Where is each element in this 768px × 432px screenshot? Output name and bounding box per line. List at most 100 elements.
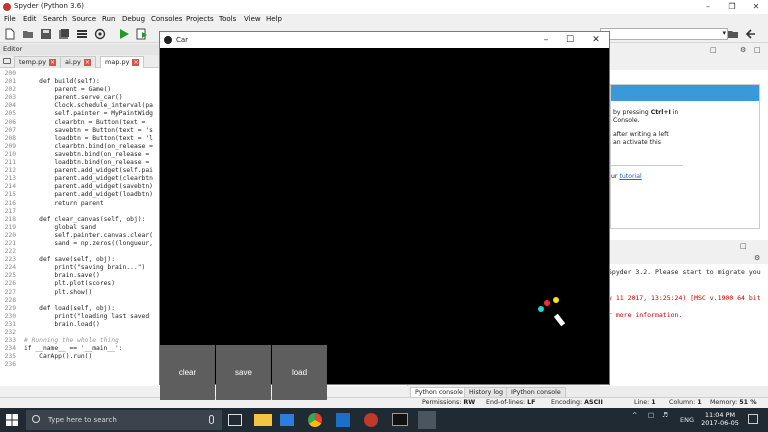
menu-help[interactable]: Help (266, 15, 282, 23)
line-number: 214 (4, 183, 16, 191)
minimize-button[interactable]: – (696, 0, 720, 14)
language-indicator[interactable]: ENG (680, 416, 694, 424)
paint-canvas[interactable]: clear save load (160, 48, 609, 400)
options-icon[interactable]: ⚙ (740, 46, 746, 54)
options-icon[interactable]: ⚙ (754, 254, 760, 262)
code-text: plt.show() (24, 288, 93, 296)
menu-edit[interactable]: Edit (23, 15, 37, 23)
status-encoding: Encoding: ASCII (551, 399, 603, 406)
outlook-icon[interactable] (336, 413, 350, 427)
task-view-icon[interactable] (228, 414, 242, 426)
run-file-icon[interactable] (136, 28, 148, 40)
line-number: 213 (4, 175, 16, 183)
line-number: 222 (4, 248, 16, 256)
spyder-app-icon (3, 3, 11, 11)
help-usage-card: by pressing Ctrl+I in Console. after wri… (610, 84, 760, 229)
menu-file[interactable]: File (4, 15, 16, 23)
menu-debug[interactable]: Debug (122, 15, 145, 23)
volume-icon[interactable]: ♬ (662, 411, 668, 419)
help-text: after writing a left (613, 131, 669, 138)
working-directory-combo[interactable]: ▾ (600, 28, 728, 40)
shortcut-key: Ctrl+I (650, 109, 671, 116)
browse-folder-icon[interactable] (727, 28, 739, 40)
code-text: plt.plot(scores) (24, 280, 115, 288)
close-pane-icon[interactable]: □ (740, 242, 747, 250)
code-text: def build(self): (24, 78, 100, 86)
at-icon[interactable] (94, 28, 106, 40)
menu-projects[interactable]: Projects (186, 15, 214, 23)
menu-consoles[interactable]: Consoles (151, 15, 182, 23)
code-text: parent.add_widget(clearbtn (24, 175, 153, 183)
lock-icon[interactable]: □ (710, 46, 717, 54)
code-text: self.painter = MyPaintWidg (24, 110, 153, 118)
line-number: 212 (4, 167, 16, 175)
new-file-icon[interactable] (4, 28, 16, 40)
line-number: 209 (4, 142, 16, 150)
tutorial-link[interactable]: tutorial (619, 173, 641, 180)
close-tab-icon[interactable]: × (49, 58, 57, 66)
windows-start-icon[interactable] (6, 414, 18, 426)
clear-button[interactable]: clear (160, 345, 215, 400)
status-eol: End-of-lines: LF (486, 399, 536, 406)
browse-tabs-icon[interactable] (3, 58, 11, 64)
divider (611, 165, 683, 166)
car-minimize-button[interactable]: – (534, 32, 558, 48)
code-text: parent = Game() (24, 86, 112, 94)
menu-search[interactable]: Search (43, 15, 67, 23)
restore-button[interactable]: ❐ (720, 0, 744, 14)
close-tab-icon[interactable]: × (132, 58, 140, 66)
notification-icon[interactable] (748, 414, 758, 424)
editor-label: Editor (3, 45, 23, 53)
console-output-line: Spyder 3.2. Please start to migrate you (608, 268, 761, 276)
line-number: 208 (4, 134, 16, 142)
tab-ai-py[interactable]: ai.py × (60, 56, 96, 68)
status-bar: Permissions: RW End-of-lines: LF Encodin… (0, 397, 768, 408)
file-explorer-icon[interactable] (254, 414, 272, 426)
save-icon[interactable] (40, 28, 52, 40)
sensor-yellow (553, 297, 559, 303)
run-icon[interactable] (118, 28, 130, 40)
tab-temp-py[interactable]: temp.py × (14, 56, 62, 68)
search-placeholder: Type here to search (48, 416, 117, 424)
parent-folder-arrow-icon[interactable] (745, 28, 757, 40)
python-taskbar-icon[interactable] (418, 411, 436, 429)
microphone-icon[interactable] (209, 415, 214, 424)
car-maximize-button[interactable]: ☐ (558, 32, 582, 48)
line-number: 210 (4, 150, 16, 158)
outline-icon[interactable] (76, 28, 88, 40)
close-tab-icon[interactable]: × (83, 58, 91, 66)
help-text: an activate this (613, 139, 661, 146)
close-pane-icon[interactable]: □ (754, 46, 761, 54)
open-folder-icon[interactable] (22, 28, 34, 40)
taskbar-clock[interactable]: 11:04 PM 2017-06-05 (700, 411, 740, 427)
code-text: loadbtn = Button(text = 'l (24, 134, 153, 142)
spyder-taskbar-icon[interactable] (364, 413, 378, 427)
line-number: 224 (4, 264, 16, 272)
menu-source[interactable]: Source (72, 15, 96, 23)
chrome-icon[interactable] (308, 413, 322, 427)
terminal-icon[interactable] (392, 413, 408, 426)
taskbar-search-box[interactable]: Type here to search (26, 410, 222, 430)
menu-tools[interactable]: Tools (219, 15, 236, 23)
line-number: 221 (4, 239, 16, 247)
car-window-titlebar: Car – ☐ ✕ (160, 32, 609, 48)
tray-overflow-icon[interactable]: ^ (632, 411, 637, 419)
menu-run[interactable]: Run (102, 15, 115, 23)
menu-view[interactable]: View (244, 15, 261, 23)
network-icon[interactable]: □ (648, 411, 654, 419)
store-icon[interactable] (280, 414, 294, 426)
save-button[interactable]: save (216, 345, 271, 400)
code-text: savebtn = Button(text = 's (24, 126, 153, 134)
line-number: 215 (4, 191, 16, 199)
car-close-button[interactable]: ✕ (584, 32, 608, 48)
load-button[interactable]: load (272, 345, 327, 400)
close-button[interactable]: ✕ (744, 0, 768, 14)
code-text: parent.add_widget(loadbtn) (24, 191, 153, 199)
window-title: Spyder (Python 3.6) (14, 2, 84, 10)
tab-map-py[interactable]: map.py × (100, 56, 145, 68)
save-all-icon[interactable] (58, 28, 70, 40)
car-app-window: Car – ☐ ✕ clear save load (159, 31, 610, 400)
clock-time: 11:04 PM (704, 411, 736, 419)
help-pane: □ ⚙ □ by pressing Ctrl+I in Console. aft… (600, 44, 768, 240)
help-pane-header: □ ⚙ □ (600, 44, 768, 70)
